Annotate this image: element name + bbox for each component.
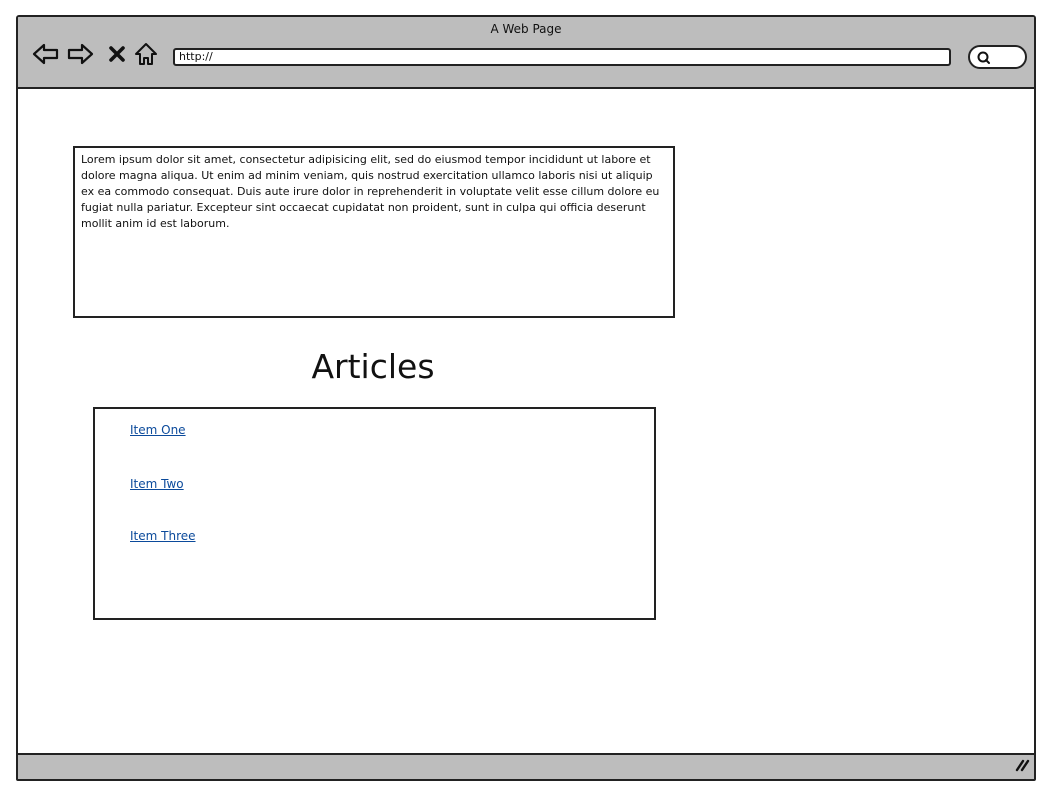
address-bar[interactable]: http:// — [173, 48, 951, 66]
page-viewport: Lorem ipsum dolor sit amet, consectetur … — [18, 89, 1034, 755]
article-link-item-two[interactable]: Item Two — [130, 477, 184, 491]
search-box[interactable] — [968, 45, 1027, 69]
status-bar — [18, 753, 1034, 779]
articles-heading: Articles — [311, 347, 435, 386]
window-title: A Web Page — [490, 22, 562, 36]
lorem-ipsum-paragraph: Lorem ipsum dolor sit amet, consectetur … — [73, 146, 675, 318]
articles-list: Item One Item Two Item Three — [93, 407, 656, 620]
stop-button[interactable] — [102, 39, 132, 69]
article-link-item-one[interactable]: Item One — [130, 423, 186, 437]
home-icon — [133, 41, 159, 67]
resize-grip-icon[interactable] — [1014, 757, 1030, 776]
browser-window: A Web Page http:// Lorem ipsum dolor sit… — [16, 15, 1036, 781]
article-link-item-three[interactable]: Item Three — [130, 529, 196, 543]
back-arrow-icon — [32, 42, 60, 66]
home-button[interactable] — [131, 39, 161, 69]
forward-button[interactable] — [65, 39, 95, 69]
stop-icon — [107, 44, 127, 64]
forward-arrow-icon — [66, 42, 94, 66]
browser-toolbar: A Web Page http:// — [18, 17, 1034, 89]
back-button[interactable] — [31, 39, 61, 69]
